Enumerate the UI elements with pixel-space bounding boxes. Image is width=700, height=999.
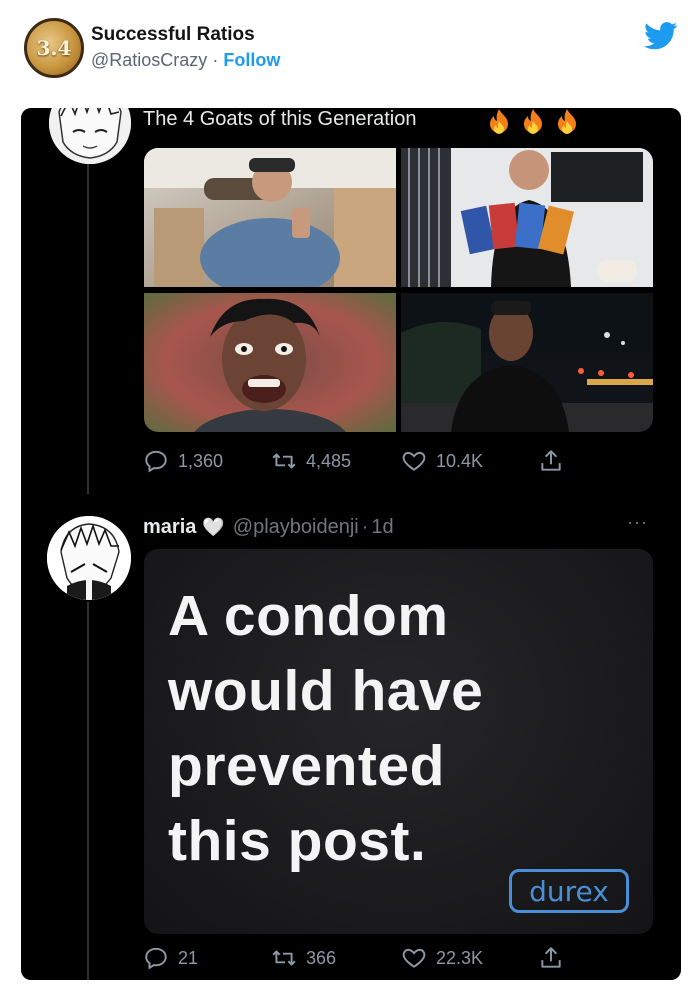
heart-icon <box>402 948 426 968</box>
ad-text: A condom would have prevented this post. <box>168 579 483 879</box>
reply-count: 21 <box>178 947 199 968</box>
shouting-face-photo[interactable] <box>144 293 396 432</box>
avatar-text: 3.4 <box>36 36 72 60</box>
share-icon <box>541 450 561 471</box>
ad-line: this post. <box>168 809 427 873</box>
reply-display-name[interactable]: maria <box>143 516 196 539</box>
reply-icon <box>145 947 167 970</box>
ad-image[interactable]: A condom would have prevented this post.… <box>144 549 653 934</box>
retweet-icon <box>272 453 296 469</box>
reply-handle[interactable]: @playboidenji <box>233 516 359 539</box>
account-avatar[interactable]: 3.4 <box>24 18 84 78</box>
tweet-actions: 21 366 22.3K <box>143 945 583 975</box>
tweet-text: The 4 Goats of this Generation <box>143 108 417 130</box>
account-handle-row: @RatiosCrazy · Follow <box>91 50 280 71</box>
reply-author-row: maria 🤍 @playboidenji · 1d <box>143 516 394 539</box>
fire-icon <box>490 109 508 134</box>
twitter-bird-icon[interactable] <box>644 22 678 50</box>
ad-line: would have <box>168 659 484 723</box>
retweet-button[interactable]: 366 <box>271 945 336 971</box>
reply-icon <box>145 450 167 473</box>
share-button[interactable] <box>538 448 564 474</box>
reply-time[interactable]: 1d <box>371 516 393 539</box>
like-button[interactable]: 22.3K <box>401 945 483 971</box>
account-handle[interactable]: @RatiosCrazy <box>91 50 207 70</box>
reply-count: 1,360 <box>178 450 224 471</box>
share-button[interactable] <box>538 945 564 971</box>
durex-logo: durex <box>509 869 629 913</box>
retweet-button[interactable]: 4,485 <box>271 448 351 474</box>
author-avatar[interactable] <box>49 108 131 164</box>
heart-name-decoration: 🤍 <box>202 517 225 538</box>
heart-icon <box>402 451 426 471</box>
private-jet-photo[interactable] <box>144 148 396 287</box>
share-icon <box>541 947 561 968</box>
thread-line <box>87 602 89 980</box>
like-count: 10.4K <box>436 450 484 471</box>
more-icon[interactable]: ··· <box>627 512 648 533</box>
fire-icon <box>524 109 542 134</box>
fire-icon <box>558 109 576 134</box>
tweet-screenshot: The 4 Goats of this Generation 1,360 4,4… <box>21 108 681 980</box>
photo-grid[interactable] <box>144 148 653 432</box>
retweet-icon <box>272 950 296 966</box>
ad-line: prevented <box>168 734 445 798</box>
handle-separator: · <box>212 50 219 70</box>
like-button[interactable]: 10.4K <box>401 448 483 474</box>
account-name[interactable]: Successful Ratios <box>91 24 255 46</box>
embed-header: 3.4 Successful Ratios @RatiosCrazy · Fol… <box>0 0 700 95</box>
game-boxes-photo[interactable] <box>401 148 653 287</box>
reply-button[interactable]: 21 <box>143 945 198 971</box>
retweet-count: 4,485 <box>306 450 352 471</box>
follow-button[interactable]: Follow <box>223 50 280 70</box>
ad-line: A condom <box>168 584 449 648</box>
night-street-photo[interactable] <box>401 293 653 432</box>
reply-author-avatar[interactable] <box>47 516 131 600</box>
thread-line <box>87 164 89 494</box>
retweet-count: 366 <box>306 947 337 968</box>
tweet-actions: 1,360 4,485 10.4K <box>143 448 583 478</box>
reply-button[interactable]: 1,360 <box>143 448 223 474</box>
like-count: 22.3K <box>436 947 484 968</box>
handle-separator: · <box>361 516 369 538</box>
